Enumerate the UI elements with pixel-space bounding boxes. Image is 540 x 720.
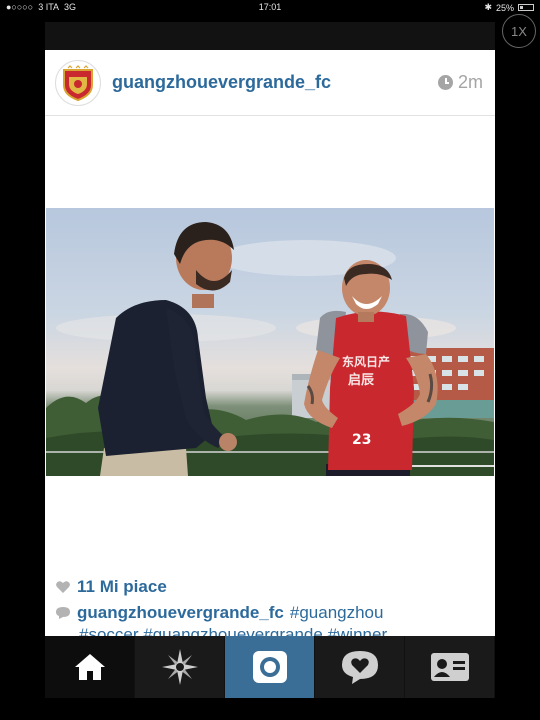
club-crest-icon: [63, 65, 93, 101]
top-strip: [45, 22, 495, 50]
caption-row: guangzhouevergrande_fc #guangzhou: [55, 603, 383, 623]
profile-icon: [430, 653, 469, 681]
tab-explore[interactable]: [135, 636, 225, 698]
post-username[interactable]: guangzhouevergrande_fc: [112, 72, 331, 93]
caption-username[interactable]: guangzhouevergrande_fc: [77, 603, 284, 623]
tab-camera[interactable]: [225, 636, 315, 698]
svg-text:启辰: 启辰: [348, 372, 375, 388]
explore-icon: [161, 649, 198, 685]
home-icon: [74, 654, 105, 680]
photo-illustration: 东风日产 启辰 23: [46, 222, 494, 476]
post-time-label: 2m: [457, 72, 483, 92]
activity-icon: [341, 651, 378, 684]
tab-bar: [45, 636, 495, 698]
tab-activity[interactable]: [315, 636, 405, 698]
heart-icon: [56, 581, 70, 593]
status-bar: ●○○○○ 3 ITA 3G 17:01 ✱ 25%: [0, 0, 540, 15]
comment-icon: [56, 607, 70, 619]
camera-icon: [252, 651, 287, 683]
likes-count: 11 Mi piace: [77, 577, 167, 596]
status-right: ✱ 25%: [484, 2, 534, 13]
avatar[interactable]: [55, 60, 101, 106]
clock-icon: [437, 75, 453, 90]
battery-icon: [518, 4, 534, 11]
post-time: 2m: [437, 72, 483, 93]
post-photo[interactable]: 东风日产 启辰 23: [46, 208, 494, 476]
jersey-number: 23: [352, 432, 371, 448]
bluetooth-icon: ✱: [484, 2, 492, 12]
post-header: guangzhouevergrande_fc 2m: [45, 50, 495, 116]
caption-hashtag[interactable]: #guangzhou: [290, 603, 384, 623]
battery-label: 25%: [495, 2, 514, 13]
bottom-strip: [45, 698, 495, 720]
caption-hashtags-line[interactable]: #soccer #guangzhouevergrande #winner: [79, 625, 387, 636]
zoom-button[interactable]: 1X: [502, 14, 536, 48]
svg-text:东风日产: 东风日产: [342, 354, 390, 369]
tab-home[interactable]: [45, 636, 135, 698]
post-card: guangzhouevergrande_fc 2m 东风日产 启辰 23 11 …: [45, 50, 495, 636]
likes-row[interactable]: 11 Mi piace: [55, 577, 167, 597]
tab-profile[interactable]: [405, 636, 495, 698]
status-time: 17:01: [258, 2, 282, 12]
